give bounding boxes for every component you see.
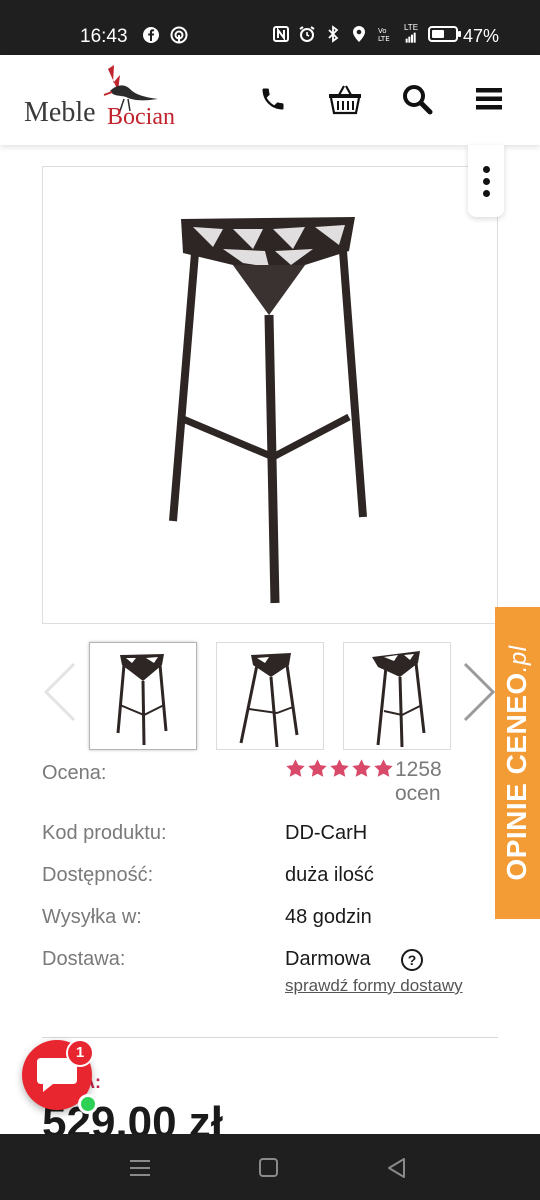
kebab-dot bbox=[482, 189, 490, 197]
status-left-icons bbox=[142, 26, 188, 44]
site-header: Meble Bocian bbox=[0, 55, 540, 145]
basket-icon bbox=[329, 85, 361, 115]
phone-icon bbox=[262, 88, 284, 110]
back-button[interactable] bbox=[382, 1154, 412, 1182]
menu-icon bbox=[476, 88, 502, 110]
ceneo-tab-suffix: .pl bbox=[505, 645, 532, 673]
product-code-value: DD-CarH bbox=[285, 822, 368, 844]
delivery-options-link[interactable]: sprawdź formy dostawy bbox=[285, 976, 463, 996]
star-icon bbox=[374, 759, 393, 777]
kebab-dot bbox=[482, 165, 490, 173]
chevron-right-icon bbox=[463, 662, 496, 722]
kebab-dot bbox=[482, 177, 490, 185]
chevron-left-icon bbox=[43, 662, 76, 722]
phone-button[interactable] bbox=[253, 79, 293, 119]
stool-thumbnail-front bbox=[116, 654, 168, 746]
star-icon bbox=[286, 759, 305, 777]
location-icon bbox=[353, 26, 365, 42]
stool-thumbnail-angle bbox=[372, 651, 426, 748]
home-button[interactable] bbox=[254, 1154, 284, 1182]
logo-word-bocian: Bocian bbox=[107, 104, 175, 130]
status-right-icons: Vo LTE LTE bbox=[272, 24, 462, 44]
recents-button[interactable] bbox=[125, 1154, 155, 1182]
rating-count-number: 1258 bbox=[395, 758, 442, 781]
shipping-time-value: 48 godzin bbox=[285, 906, 372, 928]
rating-stars[interactable] bbox=[285, 758, 394, 779]
battery-percent: 47% bbox=[463, 26, 500, 46]
volte-icon: VoLTE bbox=[378, 27, 390, 43]
search-icon bbox=[403, 85, 433, 115]
shipping-time-label: Wysyłka w: bbox=[42, 906, 142, 928]
signal-icon bbox=[405, 32, 416, 43]
status-time: 16:43 bbox=[80, 26, 128, 47]
svg-text:LTE: LTE bbox=[378, 35, 390, 43]
stool-thumbnail-side bbox=[239, 653, 299, 748]
rating-count-unit: ocen bbox=[395, 782, 441, 805]
thumbnail-angle[interactable] bbox=[343, 642, 451, 750]
rating-label: Ocena: bbox=[42, 762, 107, 784]
carousel-next-button[interactable] bbox=[459, 660, 499, 724]
more-options-button[interactable] bbox=[468, 145, 504, 217]
status-bar: 16:43 Vo LTE LTE 47% bbox=[0, 0, 540, 55]
logo-word-meble: Meble bbox=[24, 97, 96, 128]
battery-icon bbox=[428, 26, 461, 42]
star-icon bbox=[308, 759, 327, 777]
delivery-value: Darmowa bbox=[285, 948, 371, 970]
nfc-icon bbox=[273, 26, 289, 42]
section-divider bbox=[42, 1037, 498, 1038]
availability-value: duża ilość bbox=[285, 864, 374, 886]
carousel-prev-button[interactable] bbox=[40, 660, 80, 724]
cart-button[interactable] bbox=[325, 79, 365, 119]
delivery-help-icon[interactable]: ? bbox=[401, 949, 423, 971]
ceneo-tab-label: OPINIE CENEO bbox=[501, 672, 532, 881]
home-square-icon bbox=[259, 1158, 278, 1177]
network-label: LTE bbox=[403, 23, 419, 32]
facebook-icon bbox=[143, 27, 159, 43]
product-code-label: Kod produktu: bbox=[42, 822, 167, 844]
menu-button[interactable] bbox=[469, 79, 509, 119]
availability-label: Dostępność: bbox=[42, 864, 154, 886]
ceneo-reviews-tab[interactable]: OPINIE CENEO.pl bbox=[495, 607, 540, 919]
recents-menu-icon bbox=[130, 1160, 150, 1176]
alarm-icon bbox=[299, 26, 315, 42]
site-logo[interactable]: Meble Bocian bbox=[24, 65, 194, 137]
bluetooth-icon bbox=[328, 25, 339, 43]
thumbnail-side[interactable] bbox=[216, 642, 324, 750]
bar-stool-image bbox=[169, 217, 367, 604]
thumbnail-front[interactable] bbox=[89, 642, 197, 750]
product-main-image[interactable] bbox=[42, 166, 498, 624]
search-button[interactable] bbox=[397, 79, 437, 119]
ceneo-tab-text: OPINIE CENEO.pl bbox=[501, 645, 533, 880]
chat-online-indicator bbox=[78, 1094, 98, 1114]
rating-count[interactable]: 1258 ocen bbox=[395, 758, 465, 806]
svg-text:Vo: Vo bbox=[378, 27, 387, 35]
signal-indicator: LTE bbox=[402, 24, 420, 44]
delivery-label: Dostawa: bbox=[42, 948, 126, 970]
chat-notification-badge: 1 bbox=[66, 1039, 94, 1067]
system-navigation-bar bbox=[0, 1134, 540, 1200]
star-icon bbox=[330, 759, 349, 777]
thumbnail-carousel bbox=[0, 640, 540, 750]
back-triangle-icon bbox=[388, 1158, 405, 1178]
podcast-icon bbox=[170, 26, 188, 44]
star-icon bbox=[352, 759, 371, 777]
